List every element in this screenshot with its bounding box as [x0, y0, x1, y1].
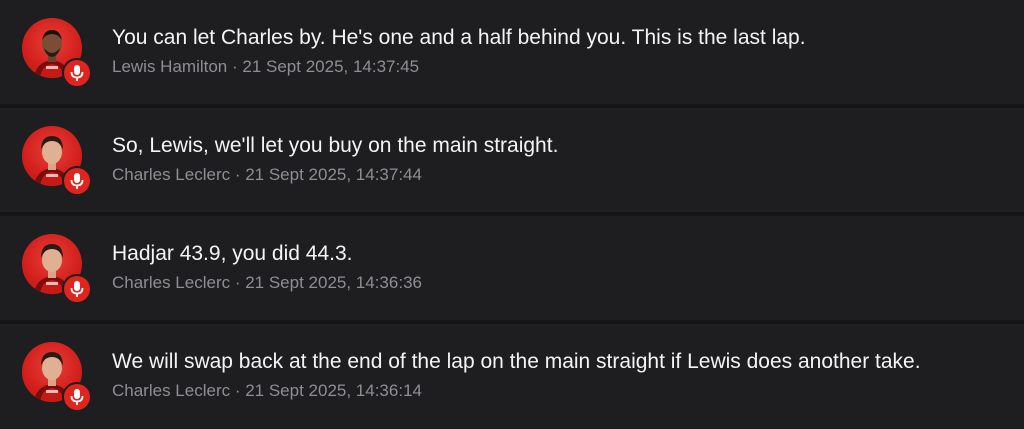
- avatar: [22, 342, 92, 412]
- avatar: [22, 18, 92, 88]
- message-content: We will swap back at the end of the lap …: [112, 348, 1008, 402]
- radio-message[interactable]: We will swap back at the end of the lap …: [0, 324, 1024, 428]
- message-meta: Charles Leclerc · 21 Sept 2025, 14:36:14: [112, 381, 422, 400]
- radio-message[interactable]: You can let Charles by. He's one and a h…: [0, 0, 1024, 104]
- message-text: So, Lewis, we'll let you buy on the main…: [112, 134, 559, 157]
- message-meta: Charles Leclerc · 21 Sept 2025, 14:36:36: [112, 273, 422, 292]
- microphone-icon[interactable]: [62, 166, 92, 196]
- radio-message[interactable]: So, Lewis, we'll let you buy on the main…: [0, 108, 1024, 212]
- message-text: Hadjar 43.9, you did 44.3.: [112, 242, 353, 265]
- microphone-icon[interactable]: [62, 274, 92, 304]
- message-text: You can let Charles by. He's one and a h…: [112, 26, 806, 49]
- microphone-icon[interactable]: [62, 382, 92, 412]
- message-content: Hadjar 43.9, you did 44.3. Charles Lecle…: [112, 240, 1008, 294]
- radio-message[interactable]: Hadjar 43.9, you did 44.3. Charles Lecle…: [0, 216, 1024, 320]
- avatar: [22, 126, 92, 196]
- team-radio-feed: You can let Charles by. He's one and a h…: [0, 0, 1024, 429]
- microphone-icon[interactable]: [62, 58, 92, 88]
- message-content: You can let Charles by. He's one and a h…: [112, 24, 1008, 78]
- message-content: So, Lewis, we'll let you buy on the main…: [112, 132, 1008, 186]
- message-text: We will swap back at the end of the lap …: [112, 350, 921, 373]
- avatar: [22, 234, 92, 304]
- message-meta: Charles Leclerc · 21 Sept 2025, 14:37:44: [112, 165, 422, 184]
- message-meta: Lewis Hamilton · 21 Sept 2025, 14:37:45: [112, 57, 420, 76]
